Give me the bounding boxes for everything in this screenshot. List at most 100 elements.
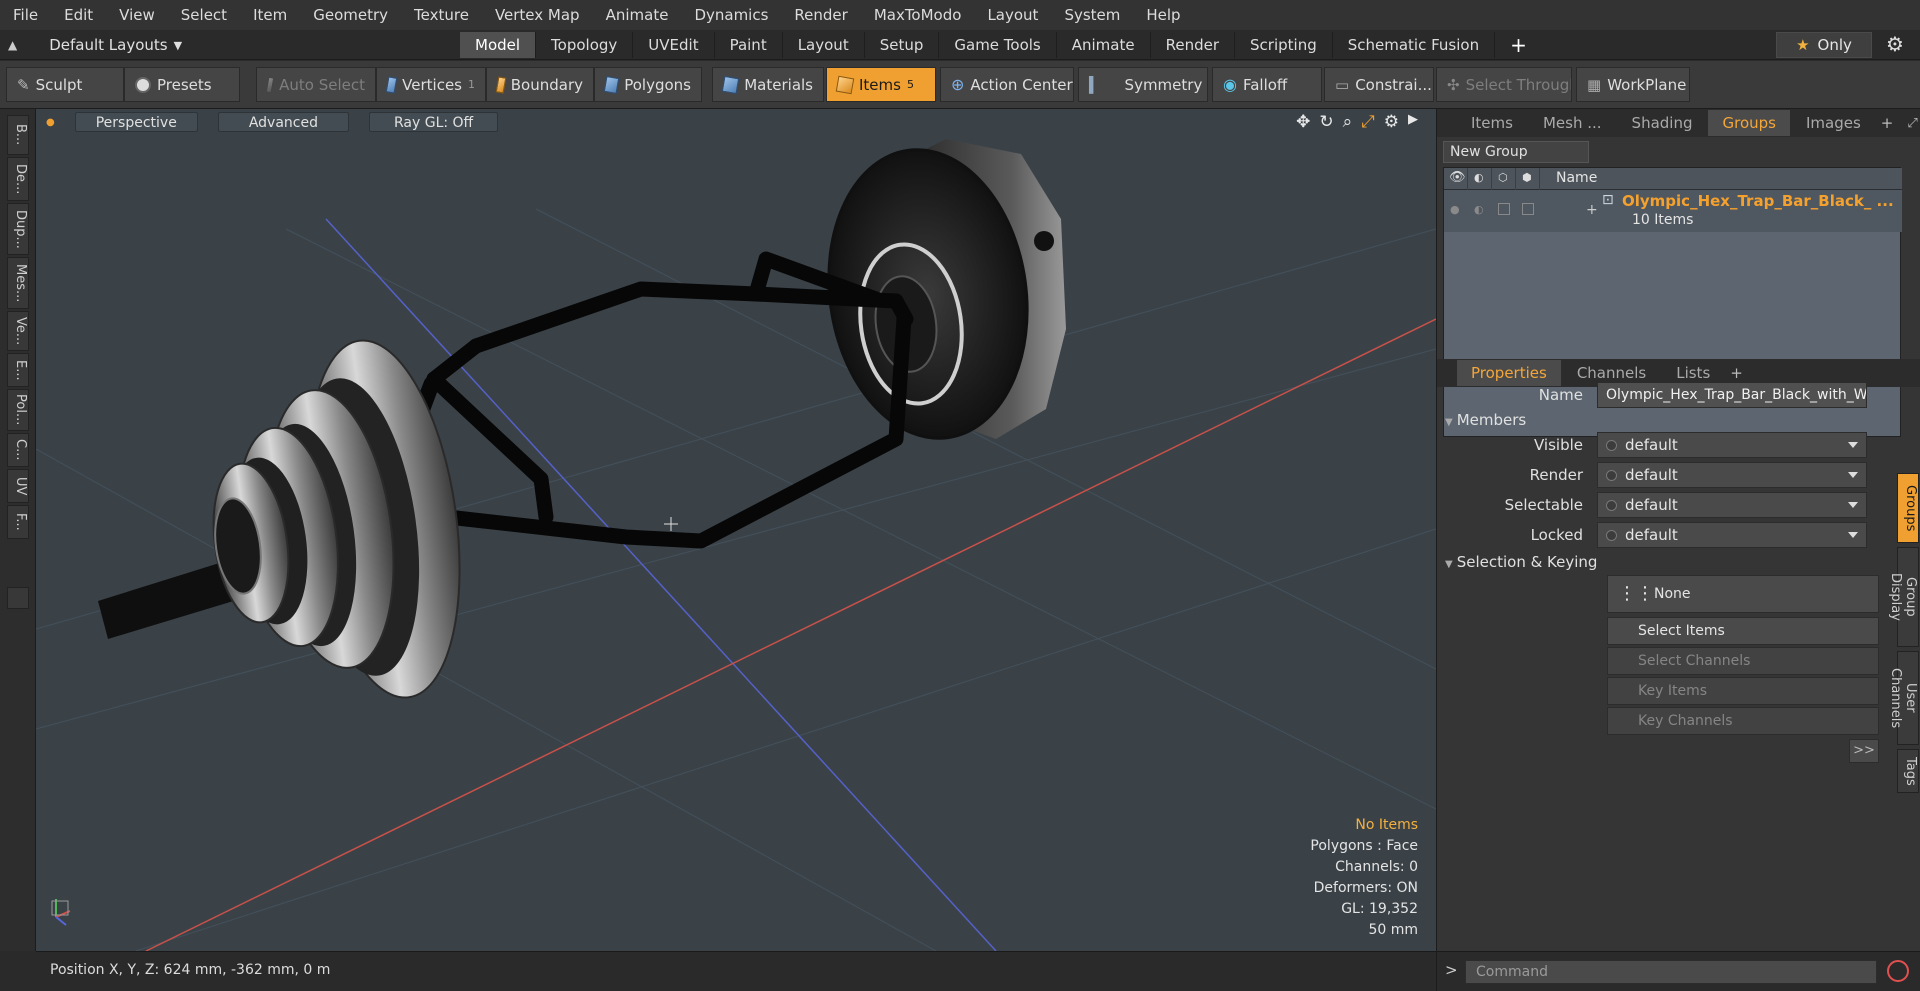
menu-layout[interactable]: Layout [974, 0, 1051, 30]
tab-animate[interactable]: Animate [1057, 32, 1151, 58]
tab-items[interactable]: Items [1457, 110, 1527, 136]
key-channels-button[interactable]: Key Channels [1607, 707, 1879, 735]
visible-select[interactable]: default [1597, 432, 1867, 458]
render-icon[interactable]: ◐ [1468, 168, 1492, 190]
menu-select[interactable]: Select [168, 0, 240, 30]
sculpt-button[interactable]: ✎ Sculpt [6, 67, 124, 102]
more-button[interactable]: >> [1849, 739, 1879, 763]
menu-help[interactable]: Help [1133, 0, 1193, 30]
record-icon[interactable] [1887, 960, 1909, 982]
raygl-button[interactable]: Ray GL: Off [368, 112, 499, 132]
tab-schematic-fusion[interactable]: Schematic Fusion [1333, 32, 1496, 58]
select-through-button[interactable]: ✣ Select Through [1436, 67, 1572, 102]
menu-geometry[interactable]: Geometry [300, 0, 401, 30]
expand-plus-icon[interactable]: + [1586, 202, 1598, 218]
row-render-icon[interactable]: ◐ [1474, 203, 1484, 216]
gear-icon[interactable]: ⚙ [1886, 32, 1904, 56]
selectable-select[interactable]: default [1597, 492, 1867, 518]
menu-animate[interactable]: Animate [593, 0, 682, 30]
tab-groups[interactable]: Groups [1708, 110, 1790, 136]
select-channels-button[interactable]: Select Channels [1607, 647, 1879, 675]
only-toggle-button[interactable]: ★ Only [1776, 32, 1872, 58]
menu-render[interactable]: Render [781, 0, 860, 30]
viewport-gear-icon[interactable]: ⚙ [1384, 112, 1399, 132]
members-section[interactable]: ▼ Members [1445, 411, 1526, 429]
view-perspective-button[interactable]: Perspective [74, 112, 198, 132]
action-center-button[interactable]: ⊕ Action Center [940, 67, 1074, 102]
menu-system[interactable]: System [1051, 0, 1133, 30]
menu-file[interactable]: File [0, 0, 51, 30]
tab-layout[interactable]: Layout [783, 32, 865, 58]
boundary-button[interactable]: Boundary [486, 67, 594, 102]
select-items-button[interactable]: Select Items [1607, 617, 1879, 645]
presets-button[interactable]: Presets [124, 67, 240, 102]
menu-texture[interactable]: Texture [401, 0, 482, 30]
left-tab-deform[interactable]: De... [7, 157, 29, 201]
left-tab-fusion[interactable]: F... [7, 505, 29, 539]
side-tab-tags[interactable]: Tags [1897, 749, 1919, 793]
tab-mesh[interactable]: Mesh ... [1529, 110, 1616, 136]
fit-view-icon[interactable]: ⤢ [1361, 112, 1375, 132]
tab-shading[interactable]: Shading [1618, 110, 1707, 136]
zoom-view-icon[interactable]: ⌕ [1343, 112, 1353, 132]
new-group-button[interactable]: New Group [1443, 141, 1589, 163]
left-tab-curve[interactable]: C... [7, 433, 29, 467]
materials-button[interactable]: Materials [712, 67, 824, 102]
add-panel-tab-button[interactable]: + [1881, 114, 1894, 132]
3d-viewport[interactable]: ● Perspective Advanced Ray GL: Off ✥ ↻ ⌕… [36, 109, 1436, 951]
tab-render[interactable]: Render [1151, 32, 1236, 58]
auto-select-button[interactable]: Auto Select [256, 67, 376, 102]
tab-setup[interactable]: Setup [865, 32, 940, 58]
key-items-button[interactable]: Key Items [1607, 677, 1879, 705]
tab-uvedit[interactable]: UVEdit [633, 32, 715, 58]
tab-paint[interactable]: Paint [715, 32, 783, 58]
left-tab-basic[interactable]: B... [7, 115, 29, 155]
falloff-button[interactable]: ◉ Falloff [1212, 67, 1322, 102]
side-tab-groups[interactable]: Groups [1897, 473, 1919, 543]
tab-images[interactable]: Images [1792, 110, 1875, 136]
side-tab-group-display[interactable]: Group Display [1888, 547, 1919, 647]
add-tab-button[interactable]: + [1495, 32, 1542, 58]
locked-select[interactable]: default [1597, 522, 1867, 548]
layout-selector[interactable]: ▲ Default Layouts ▼ [8, 30, 182, 60]
left-tab-duplicate[interactable]: Dup... [7, 203, 29, 255]
menu-vertex-map[interactable]: Vertex Map [482, 0, 593, 30]
name-field[interactable]: Olympic_Hex_Trap_Bar_Black_with_W [1597, 382, 1867, 408]
constraints-button[interactable]: ▭ Constrai... [1324, 67, 1434, 102]
menu-dynamics[interactable]: Dynamics [681, 0, 781, 30]
command-input[interactable]: Command [1465, 960, 1877, 984]
group-row[interactable]: ● ◐ + ⊡ Olympic_Hex_Trap_Bar_Black_ ... … [1444, 190, 1902, 232]
panel-expand-icon[interactable]: ⤢ [1907, 116, 1917, 131]
workplane-button[interactable]: ▦ WorkPlane [1576, 67, 1690, 102]
left-tab-mesh-edit[interactable]: Mes... [7, 257, 29, 309]
none-button[interactable]: ⋮⋮ None [1607, 575, 1879, 613]
menu-view[interactable]: View [106, 0, 168, 30]
name-column-header[interactable]: Name [1540, 168, 1902, 190]
row-lock-checkbox[interactable] [1498, 203, 1510, 215]
items-button[interactable]: Items 5 [826, 67, 936, 102]
row-select-checkbox[interactable] [1522, 203, 1534, 215]
row-eye-icon[interactable]: ● [1450, 203, 1460, 216]
tab-game-tools[interactable]: Game Tools [939, 32, 1057, 58]
tab-scripting[interactable]: Scripting [1235, 32, 1333, 58]
menu-maxtomodo[interactable]: MaxToModo [861, 0, 975, 30]
select-icon[interactable]: ⬢ [1516, 168, 1540, 190]
symmetry-button[interactable]: ▍ Symmetry [1078, 67, 1208, 102]
polygons-button[interactable]: Polygons [594, 67, 702, 102]
left-strip-toggle[interactable] [7, 587, 29, 609]
menu-item[interactable]: Item [240, 0, 300, 30]
left-tab-vertex[interactable]: Ve... [7, 311, 29, 351]
move-view-icon[interactable]: ✥ [1296, 112, 1310, 132]
tab-model[interactable]: Model [460, 32, 537, 58]
left-tab-uv[interactable]: UV [7, 469, 29, 503]
viewport-expand-icon[interactable]: ▶ [1408, 112, 1418, 132]
render-select[interactable]: default [1597, 462, 1867, 488]
tab-topology[interactable]: Topology [536, 32, 634, 58]
lock-icon[interactable]: ⬡ [1492, 168, 1516, 190]
rotate-view-icon[interactable]: ↻ [1319, 112, 1333, 132]
left-tab-edge[interactable]: E... [7, 353, 29, 387]
side-tab-user-channels[interactable]: User Channels [1888, 651, 1919, 745]
shading-advanced-button[interactable]: Advanced [217, 112, 349, 132]
left-tab-polygon[interactable]: Pol... [7, 389, 29, 431]
selection-keying-section[interactable]: ▼ Selection & Keying [1445, 553, 1597, 571]
